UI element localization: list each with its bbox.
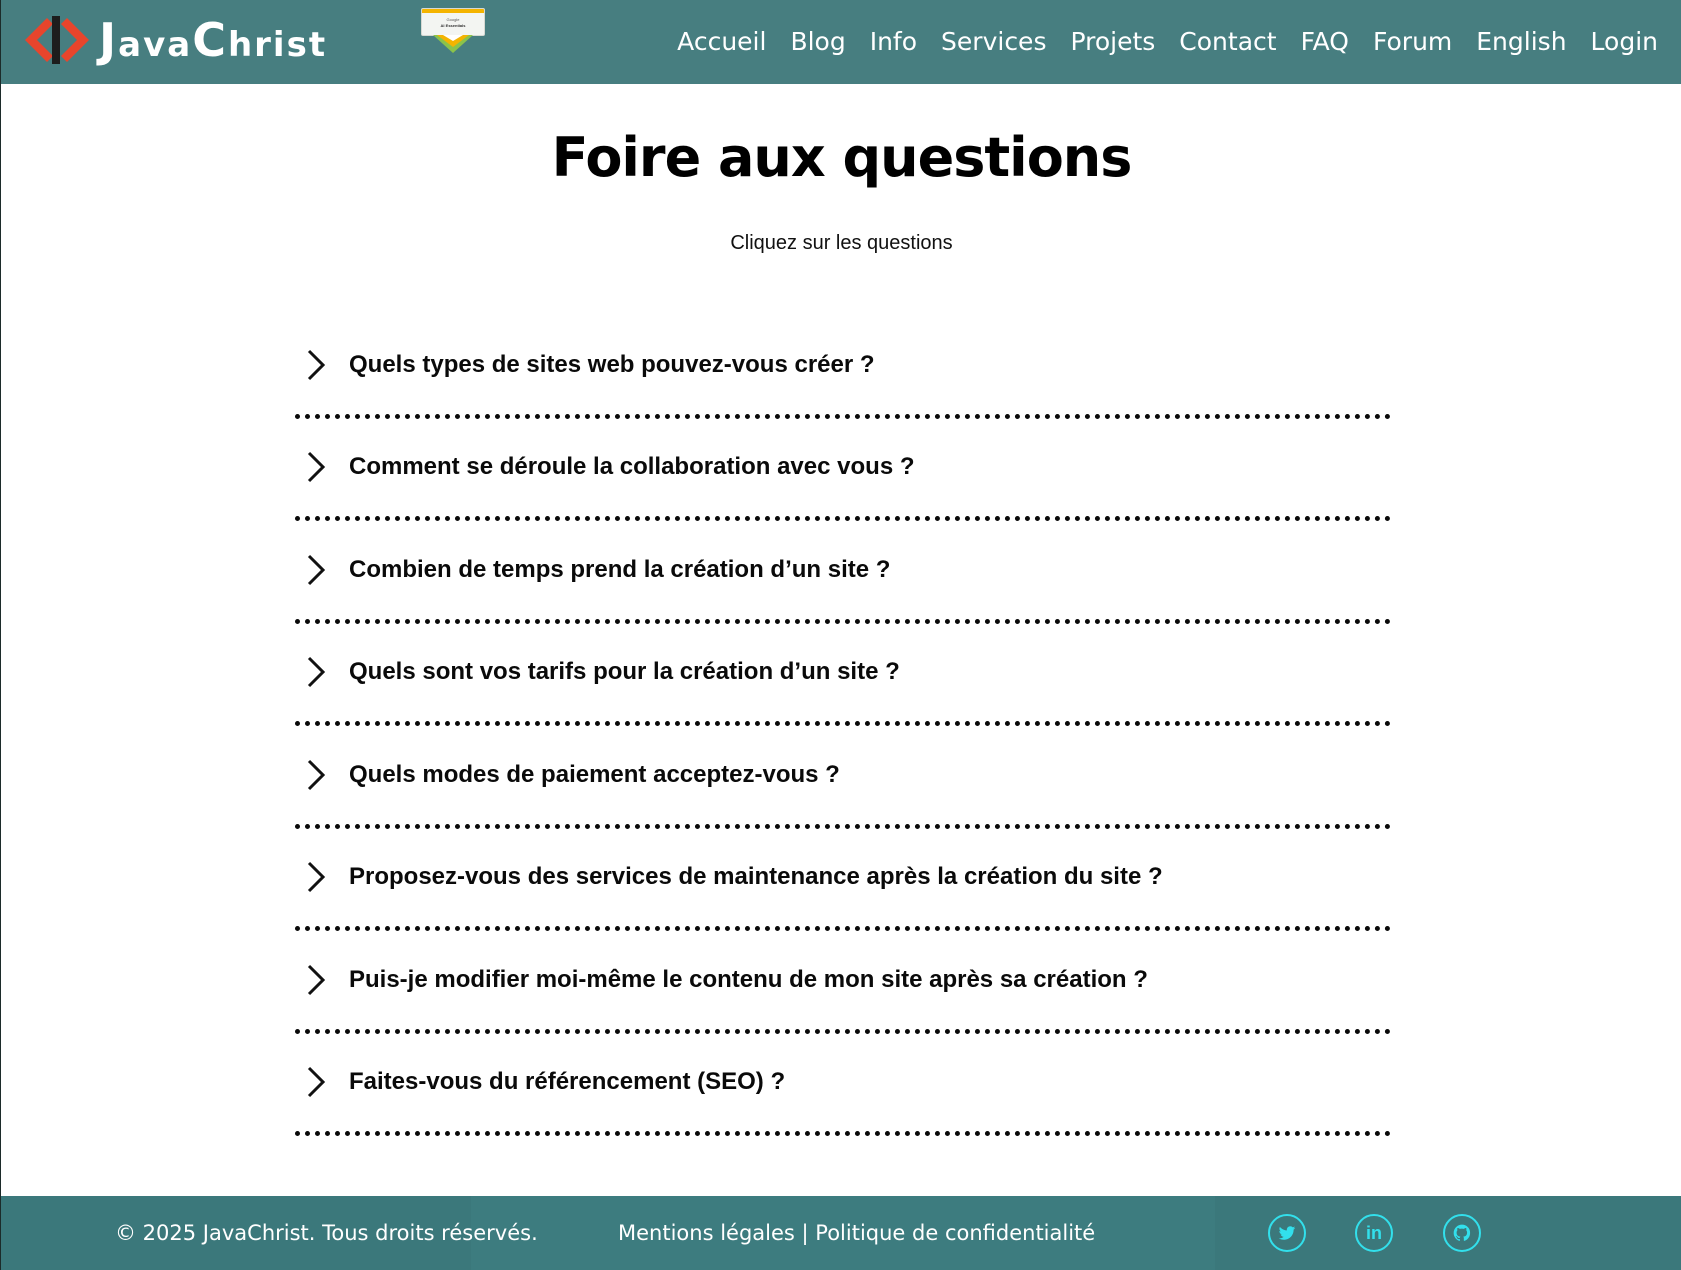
javachrist-logo-icon: [25, 16, 89, 64]
nav-english[interactable]: English: [1464, 0, 1578, 84]
legal-notice-link[interactable]: Mentions légales: [618, 1221, 795, 1245]
chevron-right-icon: [307, 452, 326, 483]
page-subtitle: Cliquez sur les questions: [730, 232, 953, 254]
google-ai-essentials-badge: Google AI Essentials: [421, 8, 485, 54]
chevron-right-icon: [307, 349, 326, 380]
faq-item-6[interactable]: Proposez-vous des services de maintenanc…: [295, 829, 1391, 931]
page-title: Foire aux questions: [551, 126, 1133, 189]
nav-contact[interactable]: Contact: [1167, 0, 1288, 84]
chevron-right-icon: [307, 554, 326, 585]
brand-logo-link[interactable]: JavaChrist: [25, 10, 327, 70]
navbar: JavaChrist Google AI Essentials Accueil …: [1, 0, 1681, 84]
faq-item-5[interactable]: Quels modes de paiement acceptez-vous ?: [295, 726, 1391, 829]
nav-faq[interactable]: FAQ: [1289, 0, 1361, 84]
faq-question: Proposez-vous des services de maintenanc…: [349, 863, 1163, 891]
faq-question: Comment se déroule la collaboration avec…: [349, 453, 915, 481]
chevron-right-icon: [307, 964, 326, 995]
linkedin-icon: in: [1366, 1223, 1382, 1243]
badge-plate: Google AI Essentials: [421, 8, 485, 36]
faq-main: Foire aux questions Cliquez sur les ques…: [1, 84, 1681, 1196]
chevron-right-icon: [307, 759, 326, 790]
faq-list: Quels types de sites web pouvez-vous cré…: [295, 316, 1391, 1136]
faq-item-8[interactable]: Faites-vous du référencement (SEO) ?: [295, 1034, 1391, 1136]
nav-services[interactable]: Services: [929, 0, 1058, 84]
chevron-right-icon: [307, 1067, 326, 1098]
nav-login[interactable]: Login: [1579, 0, 1658, 84]
main-nav: Accueil Blog Info Services Projets Conta…: [665, 0, 1658, 84]
nav-blog[interactable]: Blog: [778, 0, 857, 84]
github-icon: [1453, 1224, 1471, 1241]
faq-question: Puis-je modifier moi-même le contenu de …: [349, 965, 1148, 993]
legal-separator: |: [801, 1221, 809, 1245]
nav-accueil[interactable]: Accueil: [665, 0, 778, 84]
github-link[interactable]: [1443, 1214, 1481, 1252]
faq-question: Quels modes de paiement acceptez-vous ?: [349, 760, 840, 788]
nav-projets[interactable]: Projets: [1058, 0, 1167, 84]
faq-question: Combien de temps prend la création d’un …: [349, 555, 891, 583]
legal-links: Mentions légales | Politique de confiden…: [618, 1196, 1095, 1270]
faq-question: Quels types de sites web pouvez-vous cré…: [349, 350, 875, 378]
faq-item-2[interactable]: Comment se déroule la collaboration avec…: [295, 419, 1391, 521]
faq-item-7[interactable]: Puis-je modifier moi-même le contenu de …: [295, 931, 1391, 1034]
badge-line1: Google: [446, 17, 460, 22]
faq-item-4[interactable]: Quels sont vos tarifs pour la création d…: [295, 624, 1391, 726]
privacy-policy-link[interactable]: Politique de confidentialité: [815, 1221, 1095, 1245]
chevron-right-icon: [307, 862, 326, 893]
brand-name: JavaChrist: [99, 13, 328, 67]
badge-line2: AI Essentials: [440, 23, 466, 28]
nav-info[interactable]: Info: [858, 0, 929, 84]
faq-question: Faites-vous du référencement (SEO) ?: [349, 1068, 786, 1096]
page: JavaChrist Google AI Essentials Accueil …: [0, 0, 1681, 1270]
footer: © 2025 JavaChrist. Tous droits réservés.…: [1, 1196, 1681, 1270]
faq-question: Quels sont vos tarifs pour la création d…: [349, 658, 900, 686]
chevron-right-icon: [307, 657, 326, 688]
badge-ribbon-icon: [433, 35, 473, 53]
twitter-icon: [1278, 1226, 1296, 1240]
linkedin-link[interactable]: in: [1355, 1214, 1393, 1252]
copyright-text: © 2025 JavaChrist. Tous droits réservés.: [115, 1221, 538, 1245]
nav-forum[interactable]: Forum: [1361, 0, 1464, 84]
faq-item-3[interactable]: Combien de temps prend la création d’un …: [295, 521, 1391, 624]
twitter-link[interactable]: [1268, 1214, 1306, 1252]
faq-item-1[interactable]: Quels types de sites web pouvez-vous cré…: [295, 316, 1391, 419]
